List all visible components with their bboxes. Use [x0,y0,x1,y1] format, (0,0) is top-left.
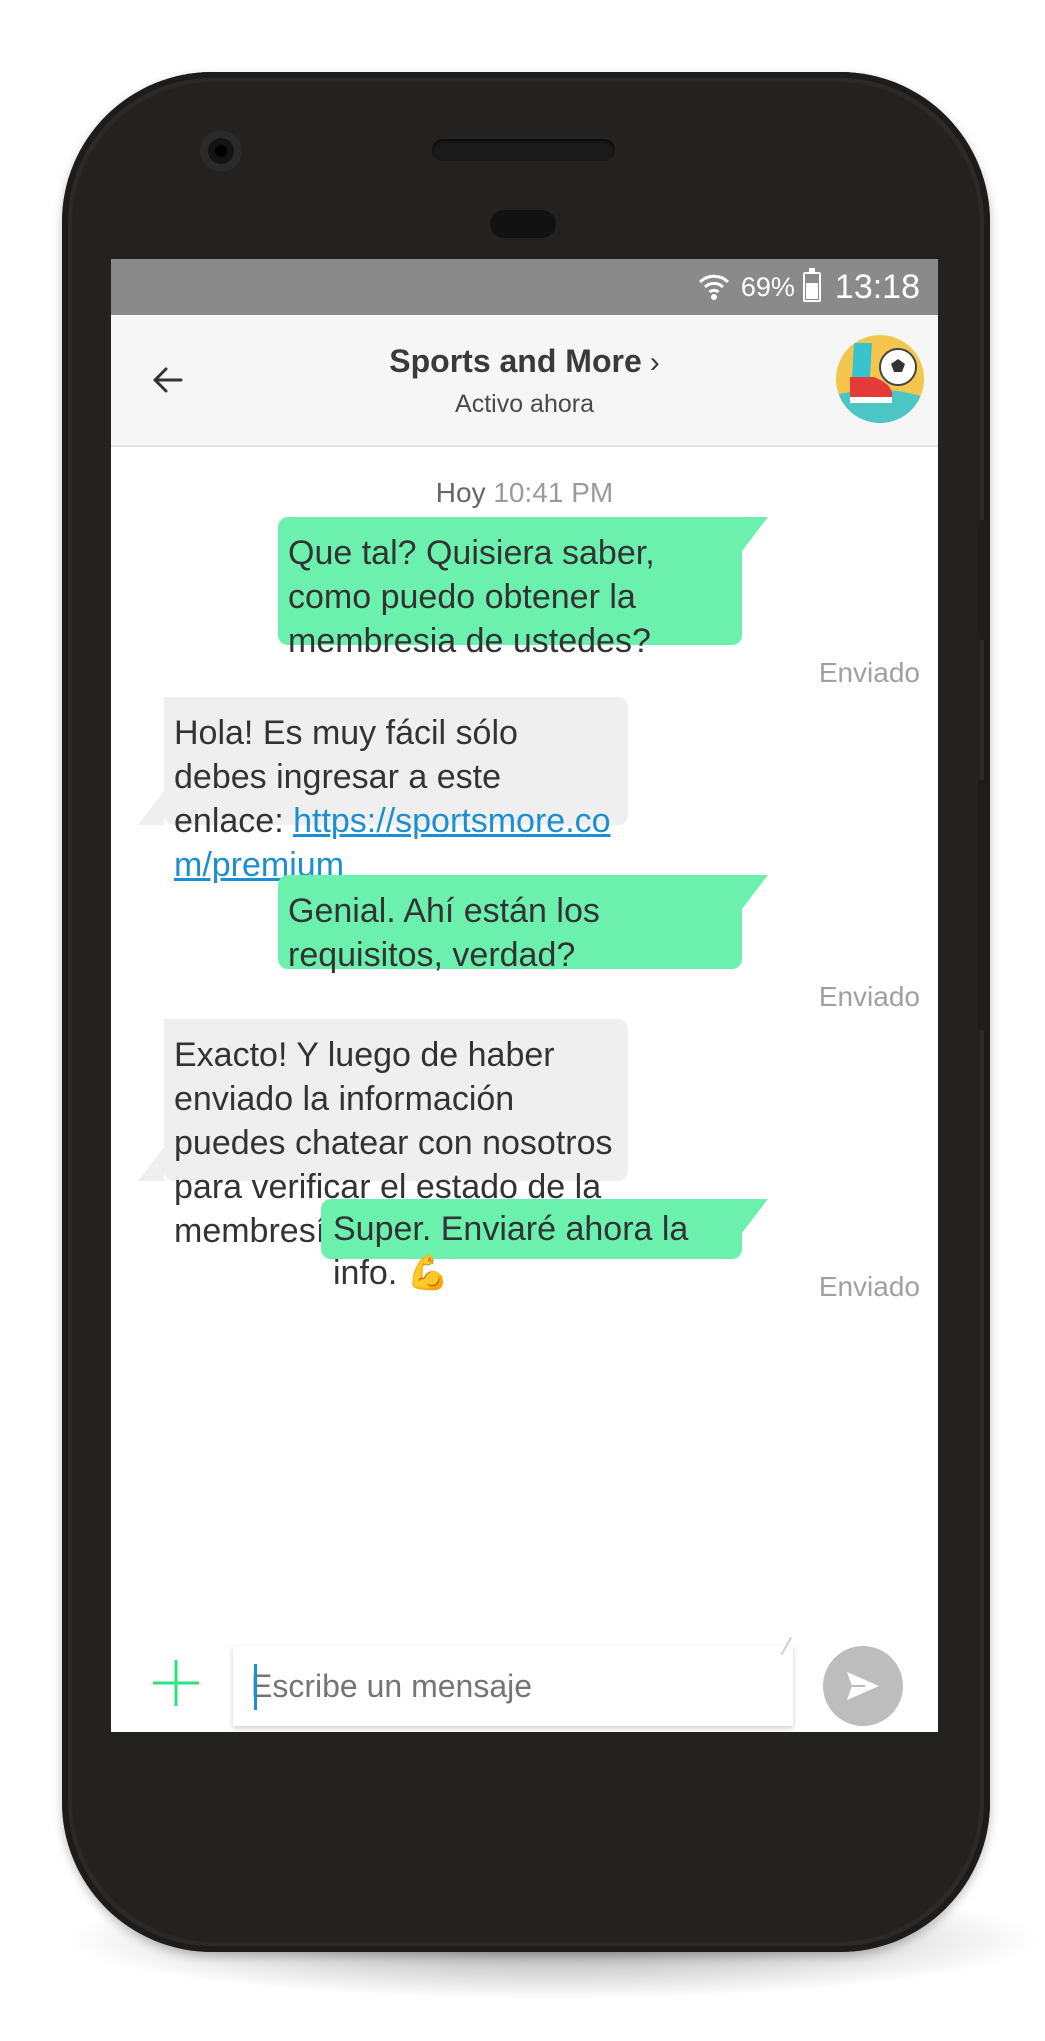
proximity-sensor [490,210,556,238]
avatar[interactable] [836,335,924,423]
outgoing-message[interactable]: Genial. Ahí están los requisitos, verdad… [278,875,742,974]
contact-name[interactable]: Sports and More [389,343,641,379]
sports-avatar-icon [836,335,924,423]
volume-button [978,520,990,640]
bubble-tail [742,875,768,909]
presence-status: Activo ahora [455,390,594,418]
message-status: Enviado [818,981,920,1012]
phone-screen: 69% 13:18 Sports and More› Activo ahora [111,259,938,1732]
bubble-tail [742,517,768,551]
message-text: Super. Enviaré ahora la info. 💪 [333,1210,689,1292]
battery-icon [802,268,821,302]
plus-icon[interactable] [151,1658,201,1708]
contact-info[interactable]: Sports and More › Activo ahora [111,343,938,419]
send-button[interactable] [823,1646,903,1726]
message-status: Enviado [818,657,920,688]
text-caret [254,1664,257,1710]
earpiece-speaker [432,139,615,161]
date-time: 10:41 PM [493,477,614,508]
power-button [978,780,990,1030]
bubble-tail [138,791,164,825]
message-composer [111,1632,938,1732]
incoming-message[interactable]: Hola! Es muy fácil sólo debes ingresar a… [164,697,628,884]
front-camera [200,130,242,172]
battery-percent: 69% [740,271,795,302]
message-text: Que tal? Quisiera saber, como puedo obte… [288,534,655,660]
outgoing-message[interactable]: Super. Enviaré ahora la info. 💪 [321,1199,742,1292]
outgoing-message[interactable]: Que tal? Quisiera saber, como puedo obte… [278,517,742,660]
date-separator: Hoy 10:41 PM [111,477,938,509]
incoming-message[interactable]: Exacto! Y luego de haber enviado la info… [164,1019,628,1250]
chevron-right-icon: › [649,346,660,379]
message-input[interactable] [233,1646,793,1726]
status-bar: 69% 13:18 [111,259,938,315]
bubble-tail [742,1199,768,1233]
chat-header: Sports and More › Activo ahora [111,315,938,447]
wifi-icon [698,274,729,300]
date-label: Hoy [435,477,486,508]
bubble-tail [138,1147,164,1181]
message-status: Enviado [818,1271,920,1302]
status-time: 13:18 [834,267,920,306]
chat-thread: Hoy 10:41 PM Que tal? Quisiera saber, co… [111,447,938,1632]
send-icon [847,1672,879,1700]
message-text: Genial. Ahí están los requisitos, verdad… [288,892,600,974]
